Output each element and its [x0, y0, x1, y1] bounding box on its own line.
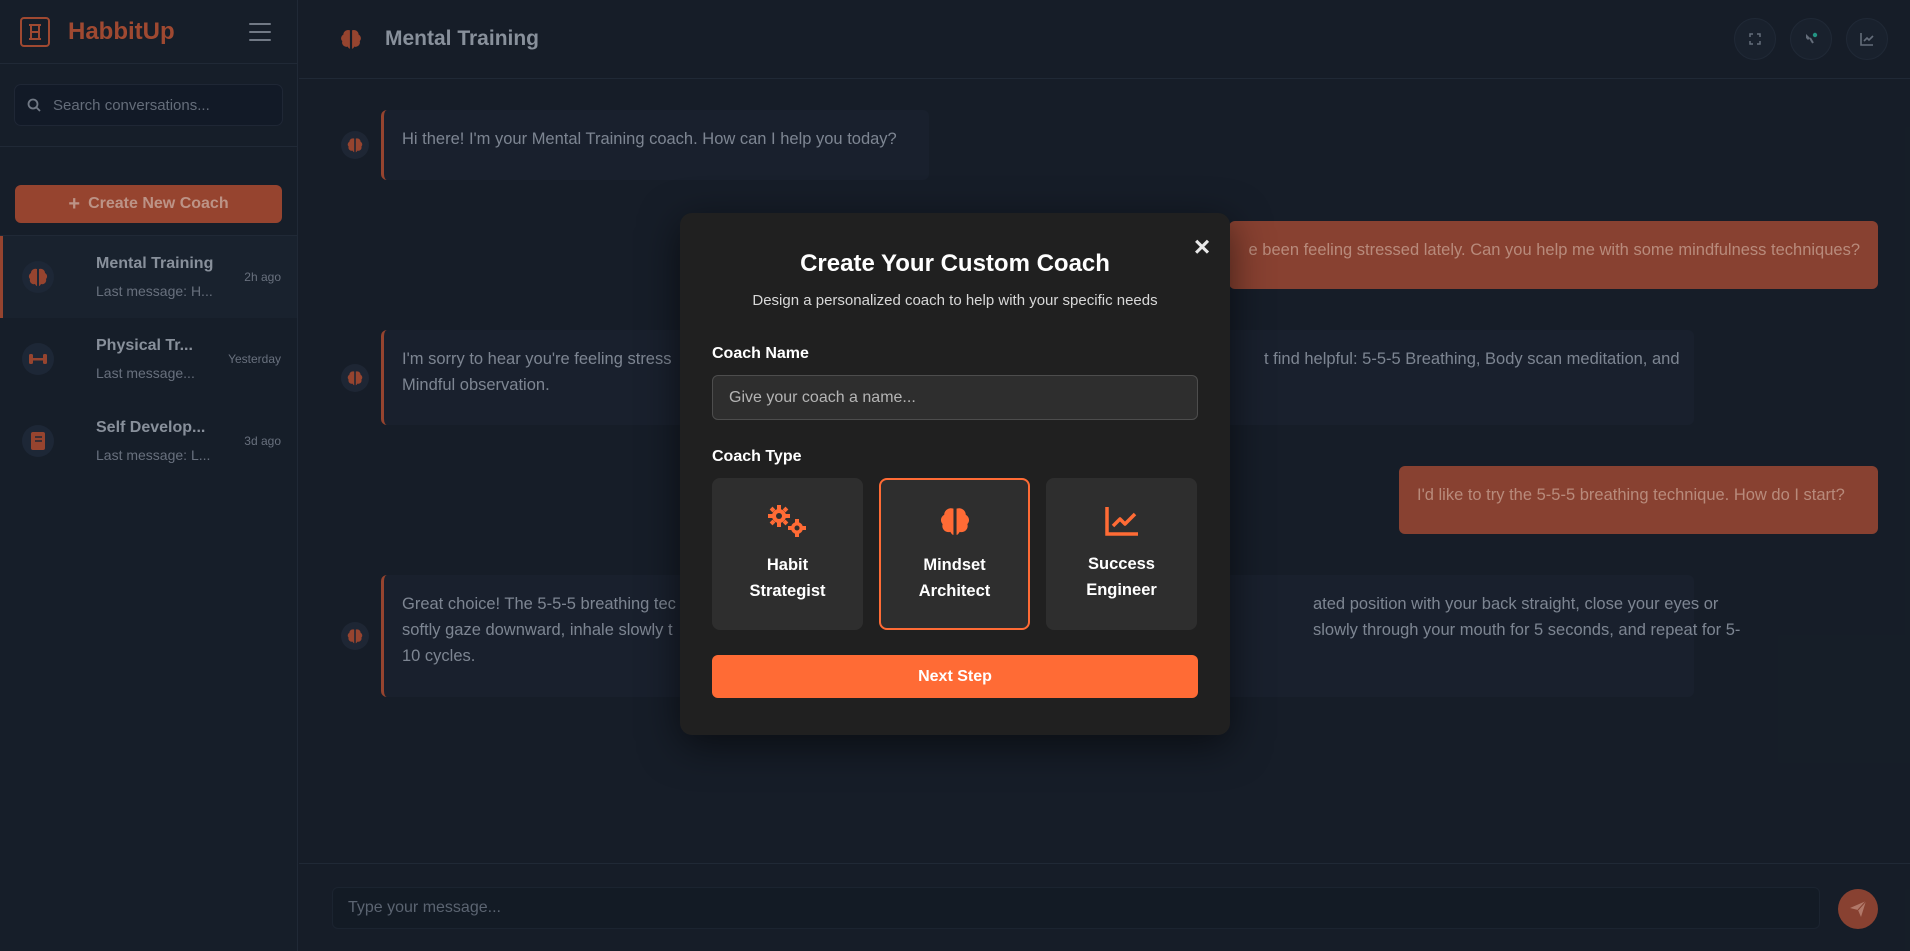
coach-type-label: Mindset Architect	[918, 556, 991, 600]
coach-type-label: Habit Strategist	[749, 556, 826, 600]
coach-type-label: Success Engineer	[1086, 555, 1157, 599]
gears-icon	[767, 505, 806, 537]
create-coach-modal: × Create Your Custom Coach Design a pers…	[680, 213, 1230, 735]
line-chart-icon	[1104, 507, 1138, 536]
coach-type-success-engineer[interactable]: Success Engineer	[1046, 478, 1197, 630]
coach-name-label: Coach Name	[712, 345, 809, 362]
next-step-button[interactable]: Next Step	[712, 655, 1198, 698]
close-icon[interactable]: ×	[1190, 233, 1214, 261]
coach-type-options: Habit Strategist Mindset Architect Succe…	[712, 478, 1198, 630]
modal-title: Create Your Custom Coach	[800, 250, 1110, 277]
brain-icon	[940, 508, 969, 535]
coach-type-label: Coach Type	[712, 448, 802, 465]
modal-subtitle: Design a personalized coach to help with…	[752, 292, 1158, 309]
coach-name-input[interactable]	[712, 375, 1198, 420]
coach-type-mindset-architect[interactable]: Mindset Architect	[879, 478, 1030, 630]
coach-type-habit-strategist[interactable]: Habit Strategist	[712, 478, 863, 630]
